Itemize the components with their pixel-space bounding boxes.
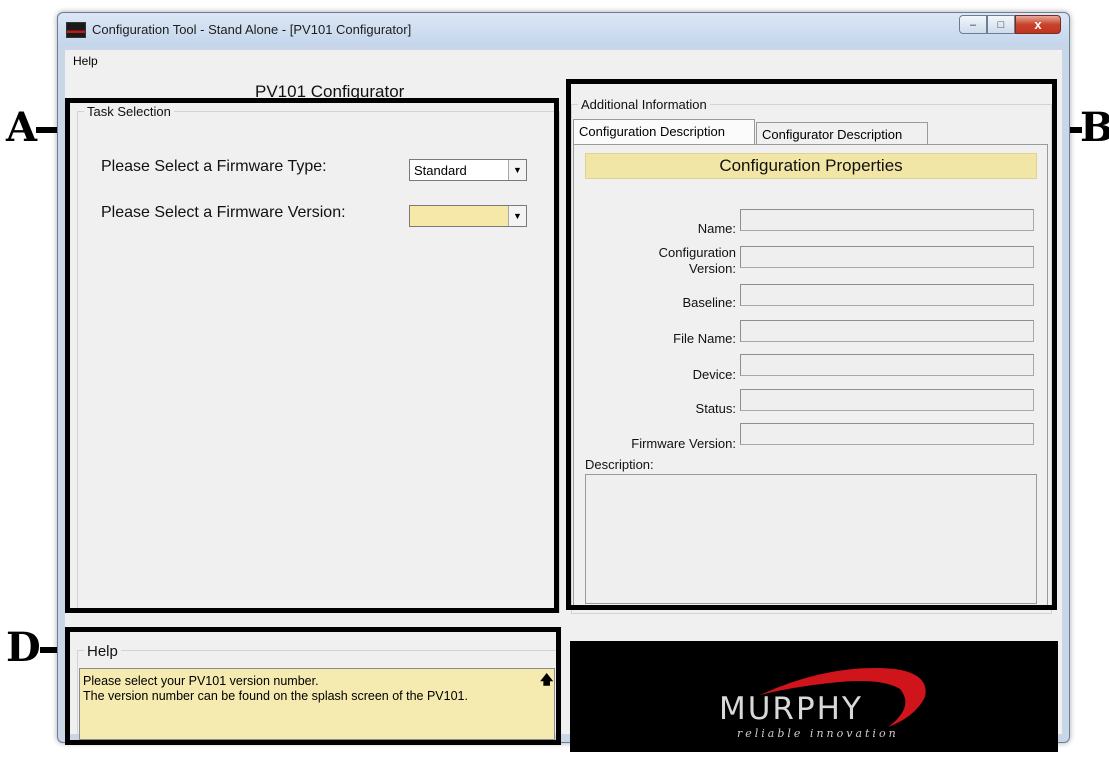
maximize-icon: □	[997, 18, 1005, 31]
close-icon: x	[1034, 17, 1042, 32]
callout-letter-a: A	[6, 104, 38, 151]
minimize-button[interactable]: –	[959, 15, 987, 34]
close-button[interactable]: x	[1015, 15, 1061, 34]
minimize-icon: –	[969, 18, 977, 31]
murphy-logo-panel: MURPHY reliable innovation	[570, 641, 1058, 752]
window-title: Configuration Tool - Stand Alone - [PV10…	[92, 22, 412, 37]
highlight-frame-b	[566, 79, 1057, 610]
window-controls: – □ x	[959, 15, 1061, 34]
highlight-frame-a	[65, 98, 559, 613]
maximize-button[interactable]: □	[987, 15, 1015, 34]
callout-letter-b: B	[1080, 104, 1109, 151]
callout-letter-d: D	[6, 624, 41, 671]
murphy-wordmark: MURPHY	[719, 691, 863, 727]
murphy-tagline: reliable innovation	[737, 727, 899, 740]
app-icon	[66, 22, 86, 38]
title-bar[interactable]: Configuration Tool - Stand Alone - [PV10…	[58, 13, 1069, 46]
menu-bar: Help	[65, 50, 1062, 73]
highlight-frame-d	[65, 627, 561, 745]
menu-item-help[interactable]: Help	[73, 54, 98, 68]
